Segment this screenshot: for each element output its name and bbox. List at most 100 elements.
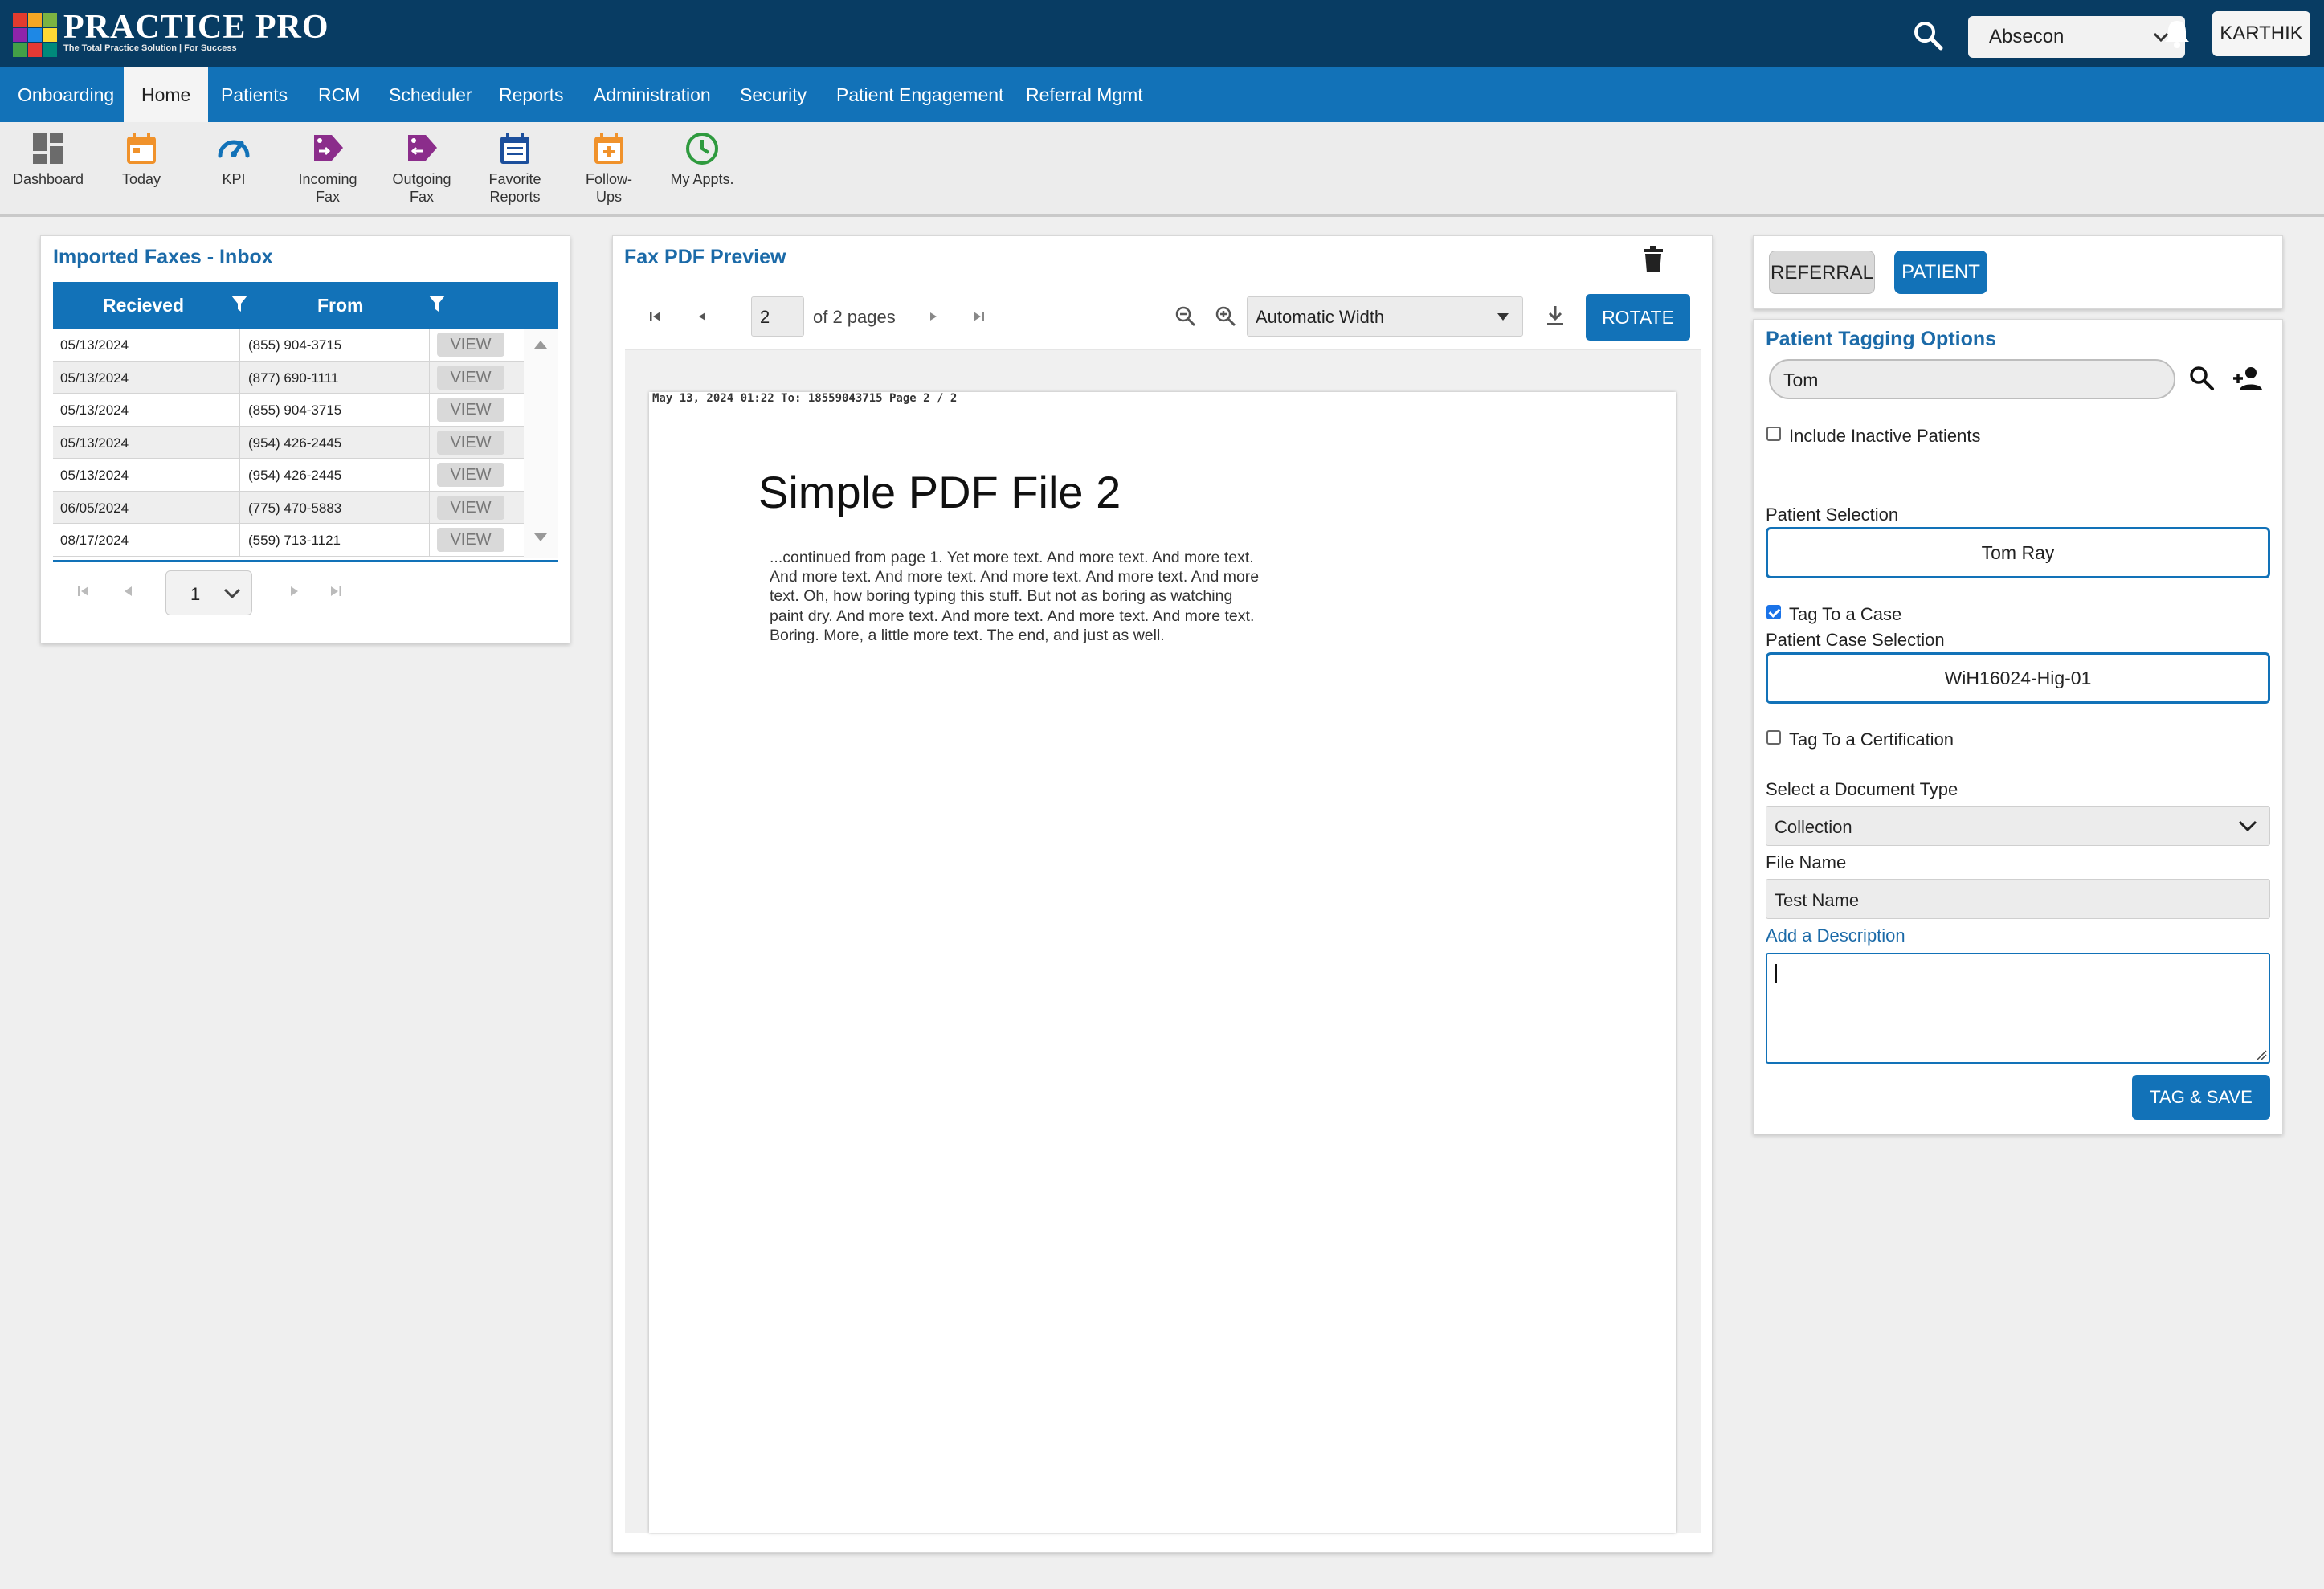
column-from[interactable]: From — [317, 295, 364, 317]
include-inactive-label: Include Inactive Patients — [1789, 426, 1981, 446]
last-page-icon[interactable] — [328, 583, 344, 599]
nav-scheduler[interactable]: Scheduler — [371, 67, 490, 122]
table-row[interactable]: 05/13/2024 (954) 426-2445 VIEW — [53, 426, 524, 459]
patient-selection-field[interactable]: Tom Ray — [1766, 527, 2270, 578]
view-button[interactable]: VIEW — [437, 430, 504, 455]
notification-bell-icon[interactable] — [2159, 16, 2195, 51]
tag-and-save-button[interactable]: TAG & SAVE — [2132, 1075, 2270, 1120]
toolbar-outgoing-fax[interactable]: Outgoing Fax — [375, 130, 468, 206]
toolbar-dashboard[interactable]: Dashboard — [2, 130, 95, 188]
include-inactive-checkbox[interactable] — [1766, 427, 1781, 441]
document-type-label: Select a Document Type — [1766, 779, 1958, 799]
nav-security[interactable]: Security — [722, 67, 824, 122]
inbox-title: Imported Faxes - Inbox — [53, 246, 273, 268]
view-button[interactable]: VIEW — [437, 463, 504, 487]
main-nav: Onboarding Home Patients RCM Scheduler R… — [0, 67, 2324, 122]
patient-case-selection-field[interactable]: WiH16024-Hig-01 — [1766, 652, 2270, 704]
patient-case-selection-label: Patient Case Selection — [1766, 630, 1945, 650]
favorite-reports-icon — [500, 133, 529, 164]
nav-reports[interactable]: Reports — [481, 67, 582, 122]
view-button[interactable]: VIEW — [437, 365, 504, 390]
pdf-next-page-icon[interactable] — [925, 308, 941, 325]
quick-toolbar: Dashboard Today KPI Incoming Fax Outgoin… — [0, 122, 2324, 217]
pdf-first-page-icon[interactable] — [647, 308, 664, 325]
user-menu-button[interactable]: KARTHIK — [2212, 11, 2310, 56]
chevron-down-icon — [2238, 820, 2257, 832]
nav-home[interactable]: Home — [124, 67, 209, 122]
file-name-input[interactable]: Test Name — [1766, 879, 2270, 919]
table-scrollbar[interactable] — [524, 329, 558, 558]
scroll-down-icon[interactable] — [533, 533, 548, 542]
table-row[interactable]: 05/13/2024 (855) 904-3715 VIEW — [53, 329, 524, 362]
table-row[interactable]: 08/17/2024 (559) 713-1121 VIEW — [53, 524, 524, 557]
nav-onboarding[interactable]: Onboarding — [0, 67, 132, 122]
file-name-label: File Name — [1766, 852, 1847, 872]
page-select[interactable]: 1 — [165, 570, 252, 615]
referral-tab-button[interactable]: REFERRAL — [1769, 251, 1875, 294]
fax-header-line: May 13, 2024 01:22 To: 18559043715 Page … — [652, 392, 958, 405]
toolbar-today[interactable]: Today — [95, 130, 188, 188]
text-cursor — [1775, 964, 1777, 983]
nav-administration[interactable]: Administration — [576, 67, 729, 122]
description-textarea[interactable] — [1766, 953, 2270, 1064]
top-header: PRACTICE PRO The Total Practice Solution… — [0, 0, 2324, 67]
zoom-out-icon[interactable] — [1174, 305, 1197, 328]
column-received[interactable]: Recieved — [103, 295, 184, 317]
patient-search-input[interactable]: Tom — [1769, 359, 2175, 399]
logo-brand: PRACTICE PRO — [63, 9, 329, 46]
download-icon[interactable] — [1544, 304, 1566, 328]
pdf-page: May 13, 2024 01:22 To: 18559043715 Page … — [649, 392, 1676, 1533]
toolbar-favorite-reports[interactable]: Favorite Reports — [468, 130, 562, 206]
zoom-in-icon[interactable] — [1215, 305, 1237, 328]
search-icon[interactable] — [2188, 365, 2216, 392]
document-type-select[interactable]: Collection — [1766, 806, 2270, 846]
nav-referral-mgmt[interactable]: Referral Mgmt — [1008, 67, 1161, 122]
outgoing-fax-icon — [408, 135, 437, 161]
pdf-prev-page-icon[interactable] — [694, 308, 710, 325]
table-row[interactable]: 06/05/2024 (775) 470-5883 VIEW — [53, 491, 524, 524]
table-row[interactable]: 05/13/2024 (954) 426-2445 VIEW — [53, 459, 524, 492]
rotate-button[interactable]: ROTATE — [1586, 294, 1690, 341]
toolbar-incoming-fax[interactable]: Incoming Fax — [281, 130, 374, 206]
toolbar-kpi[interactable]: KPI — [187, 130, 280, 188]
trash-icon[interactable] — [1642, 246, 1664, 273]
inbox-table-body: 05/13/2024 (855) 904-3715 VIEW 05/13/2024(… — [53, 329, 524, 557]
next-page-icon[interactable] — [286, 583, 302, 599]
pdf-last-page-icon[interactable] — [970, 308, 986, 325]
calendar-today-icon — [127, 133, 156, 164]
location-value: Absecon — [1989, 26, 2065, 47]
search-icon[interactable] — [1910, 18, 1946, 53]
add-patient-icon[interactable] — [2232, 365, 2264, 392]
scroll-up-icon[interactable] — [533, 340, 548, 349]
filter-icon[interactable] — [230, 293, 249, 319]
dashboard-icon — [33, 133, 63, 164]
pdf-page-input[interactable]: 2 — [751, 296, 804, 337]
chevron-down-icon — [223, 588, 241, 599]
toolbar-my-appts[interactable]: My Appts. — [656, 130, 749, 188]
pdf-body: ...continued from page 1. Yet more text.… — [770, 549, 1260, 644]
patient-tab-button[interactable]: PATIENT — [1894, 251, 1987, 294]
caret-down-icon — [1497, 313, 1509, 321]
tag-to-case-checkbox[interactable] — [1766, 605, 1781, 619]
toolbar-follow-ups[interactable]: Follow- Ups — [562, 130, 656, 206]
nav-patients[interactable]: Patients — [203, 67, 305, 122]
logo-mark — [13, 13, 57, 57]
view-button[interactable]: VIEW — [437, 495, 504, 520]
nav-rcm[interactable]: RCM — [300, 67, 378, 122]
prev-page-icon[interactable] — [120, 583, 137, 599]
first-page-icon[interactable] — [76, 583, 92, 599]
add-description-link[interactable]: Add a Description — [1766, 925, 1905, 946]
table-row[interactable]: 05/13/2024 (877) 690-1111 VIEW — [53, 361, 524, 394]
tag-to-certification-checkbox[interactable] — [1766, 730, 1781, 745]
practice-pro-logo[interactable]: PRACTICE PRO The Total Practice Solution… — [13, 10, 329, 57]
zoom-select[interactable]: Automatic Width — [1247, 296, 1523, 337]
inbox-pager: 1 — [53, 560, 558, 627]
nav-patient-engagement[interactable]: Patient Engagement — [819, 67, 1021, 122]
view-button[interactable]: VIEW — [437, 528, 504, 552]
location-select[interactable]: Absecon — [1968, 16, 2185, 58]
view-button[interactable]: VIEW — [437, 398, 504, 422]
resize-handle-icon[interactable] — [2254, 1048, 2267, 1060]
table-row[interactable]: 05/13/2024 (855) 904-3715 VIEW — [53, 394, 524, 427]
filter-icon[interactable] — [427, 293, 447, 319]
view-button[interactable]: VIEW — [437, 333, 504, 357]
